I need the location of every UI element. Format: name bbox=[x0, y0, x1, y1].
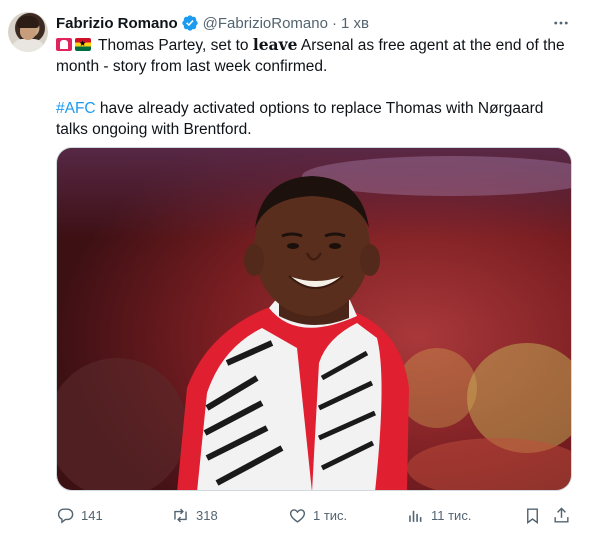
more-icon[interactable] bbox=[550, 12, 572, 34]
tweet-card[interactable]: Fabrizio Romano @FabrizioRomano · 1 хв T… bbox=[0, 0, 598, 544]
retweet-count: 318 bbox=[196, 507, 218, 523]
avatar-shirt bbox=[12, 39, 44, 52]
action-bar: 141 318 1 тис. 11 тис. bbox=[56, 504, 576, 526]
like-icon bbox=[289, 508, 306, 523]
author-name[interactable]: Fabrizio Romano bbox=[56, 15, 178, 32]
reply-icon bbox=[57, 507, 74, 524]
reply-button[interactable]: 141 bbox=[56, 504, 103, 526]
tweet-time[interactable]: 1 хв bbox=[341, 15, 369, 32]
tweet-line2: have already activated options to replac… bbox=[56, 100, 544, 138]
tweet-header: Fabrizio Romano @FabrizioRomano · 1 хв bbox=[56, 13, 369, 33]
tweet-photo[interactable] bbox=[56, 147, 572, 491]
tweet-text: Thomas Partey, set to leave Arsenal as f… bbox=[56, 34, 576, 140]
photo-illustration bbox=[57, 148, 571, 490]
tweet-paragraph-2: #AFC have already activated options to r… bbox=[56, 98, 576, 140]
verified-badge-icon bbox=[181, 14, 199, 32]
views-button[interactable]: 11 тис. bbox=[406, 504, 471, 526]
share-button[interactable] bbox=[552, 504, 577, 526]
header-separator: · bbox=[331, 14, 337, 32]
author-avatar[interactable] bbox=[8, 12, 48, 52]
retweet-button[interactable]: 318 bbox=[171, 504, 218, 526]
reply-count: 141 bbox=[81, 507, 103, 523]
bookmark-button[interactable] bbox=[523, 504, 548, 526]
avatar-hair bbox=[17, 16, 39, 28]
views-icon bbox=[409, 510, 422, 522]
like-button[interactable]: 1 тис. bbox=[288, 504, 347, 526]
breaking-news-icon bbox=[56, 38, 72, 51]
bookmark-icon bbox=[527, 507, 538, 524]
views-count: 11 тис. bbox=[431, 507, 472, 523]
tweet-line1-pre: Thomas Partey, set to bbox=[98, 37, 253, 54]
author-handle[interactable]: @FabrizioRomano bbox=[203, 15, 328, 32]
hashtag-link[interactable]: #AFC bbox=[56, 100, 96, 117]
retweet-icon bbox=[174, 508, 187, 522]
ghana-flag-icon bbox=[75, 38, 91, 51]
tweet-paragraph-1: Thomas Partey, set to leave Arsenal as f… bbox=[56, 34, 576, 77]
tweet-line1-bold: leave bbox=[252, 35, 298, 54]
like-count: 1 тис. bbox=[313, 507, 348, 523]
share-icon bbox=[554, 506, 569, 523]
